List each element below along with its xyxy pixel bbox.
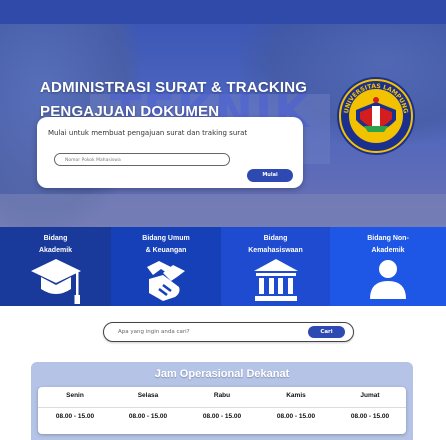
- background-ground: [0, 194, 446, 227]
- search-bar: Apa yang ingin anda cari? Cari: [103, 322, 354, 342]
- operating-hours-title: Jam Operasional Dekanat: [154, 368, 290, 380]
- operating-hours-table: Senin 08.00 - 15.00 Selasa 08.00 - 15.00…: [38, 387, 406, 434]
- search-input[interactable]: Apa yang ingin anda cari?: [118, 323, 190, 341]
- table-divider: [38, 407, 406, 408]
- hero-title-line1: ADMINISTRASI SURAT & TRACKING: [40, 79, 308, 96]
- category-label: Bidang Akademik: [38, 235, 73, 254]
- hours-value: 08.00 - 15.00: [128, 413, 168, 420]
- hero-banner: TEKNIK ADMINISTRASI SURAT & TRACKING PEN…: [0, 24, 446, 227]
- category-bar: Bidang Akademik Bidang Umum & Keuangan B…: [0, 227, 446, 306]
- day-label: Jumat: [360, 392, 380, 399]
- day-label: Rabu: [213, 392, 231, 399]
- search-button[interactable]: Cari: [308, 326, 345, 338]
- day-label: Selasa: [137, 392, 159, 399]
- day-label: Kamis: [286, 392, 306, 399]
- hours-value: 08.00 - 15.00: [276, 413, 316, 420]
- hours-value: 08.00 - 15.00: [350, 413, 390, 420]
- category-akademik[interactable]: Bidang Akademik: [0, 227, 111, 306]
- handshake-icon: [147, 261, 185, 301]
- institution-icon: [253, 259, 298, 301]
- operating-hours-panel: Jam Operasional Dekanat Senin 08.00 - 15…: [31, 362, 413, 440]
- start-submission-card: Mulai untuk membuat pengajuan surat dan …: [37, 117, 303, 188]
- hours-value: 08.00 - 15.00: [202, 413, 242, 420]
- category-umum-keuangan[interactable]: Bidang Umum & Keuangan: [111, 227, 221, 306]
- university-logo: UNIVERSITAS LAMPUNG: [337, 77, 415, 155]
- start-button[interactable]: Mulai: [247, 169, 293, 182]
- category-label: Bidang Umum & Keuangan: [142, 235, 190, 254]
- day-label: Senin: [66, 392, 84, 399]
- card-description: Mulai untuk membuat pengajuan surat dan …: [48, 129, 248, 137]
- category-kemahasiswaan[interactable]: Bidang Kemahasiswaan: [221, 227, 330, 306]
- category-label: Bidang Non- Akademik: [367, 235, 409, 254]
- category-non-akademik[interactable]: Bidang Non- Akademik: [330, 227, 446, 306]
- hours-value: 08.00 - 15.00: [55, 413, 95, 420]
- npm-input[interactable]: Nomor Pokok Mahasiswa: [54, 153, 230, 166]
- user-icon: [370, 260, 406, 299]
- top-nav-bar: [0, 0, 446, 24]
- category-label: Bidang Kemahasiswaan: [248, 235, 303, 254]
- graduation-cap-icon: [30, 259, 81, 304]
